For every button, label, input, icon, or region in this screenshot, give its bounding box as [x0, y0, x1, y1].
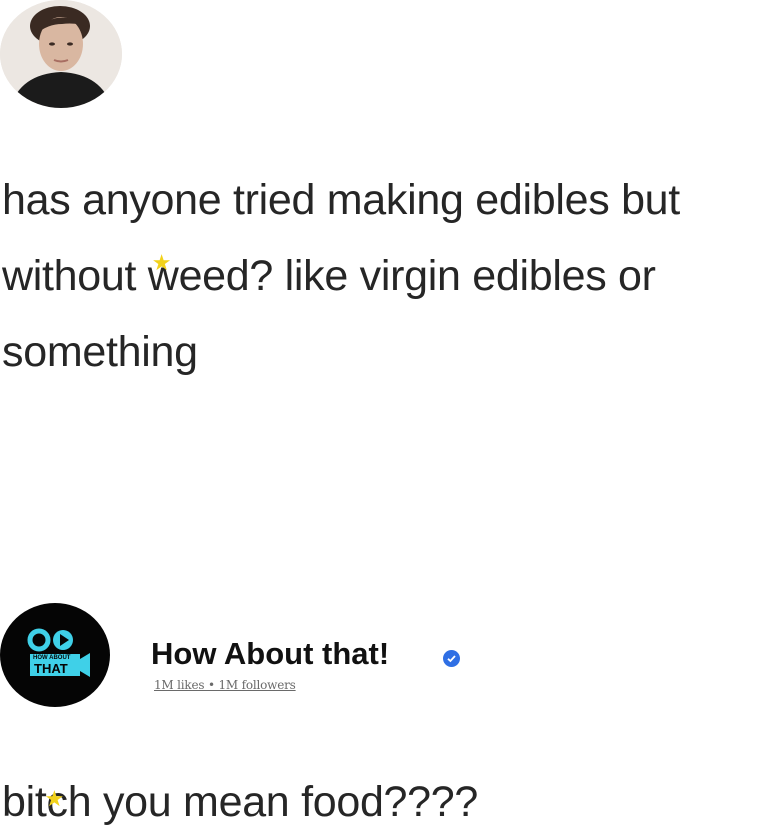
- logo-line-2: THAT: [34, 661, 68, 676]
- reply-start: bit: [2, 778, 47, 826]
- reply-end: h you mean food????: [67, 778, 479, 826]
- star-icon: ★: [44, 786, 65, 811]
- verified-check-icon: [443, 650, 460, 667]
- poster-avatar[interactable]: [0, 0, 122, 108]
- page-logo[interactable]: HOW ABOUT THAT: [0, 603, 110, 707]
- reply-text: bitc ★ h you mean food????: [2, 772, 478, 832]
- page-name[interactable]: How About that!: [151, 636, 389, 672]
- person-photo: [0, 0, 122, 108]
- post-line-2-start: without: [2, 252, 148, 300]
- post-line-2-end: eed? like virgin edibles or: [178, 252, 656, 300]
- star-icon: ★: [151, 250, 172, 275]
- page-stats[interactable]: 1M likes • 1M followers: [154, 678, 296, 692]
- check-icon: [447, 655, 456, 663]
- post-line-1: has anyone tried making edibles but: [2, 176, 680, 224]
- post-line-3: something: [2, 328, 198, 376]
- post-line-2: without w ★ eed? like virgin edibles or: [2, 238, 778, 314]
- censored-w: w ★: [147, 250, 179, 301]
- post-text: has anyone tried making edibles but with…: [2, 162, 778, 390]
- censored-c: c ★: [44, 778, 69, 826]
